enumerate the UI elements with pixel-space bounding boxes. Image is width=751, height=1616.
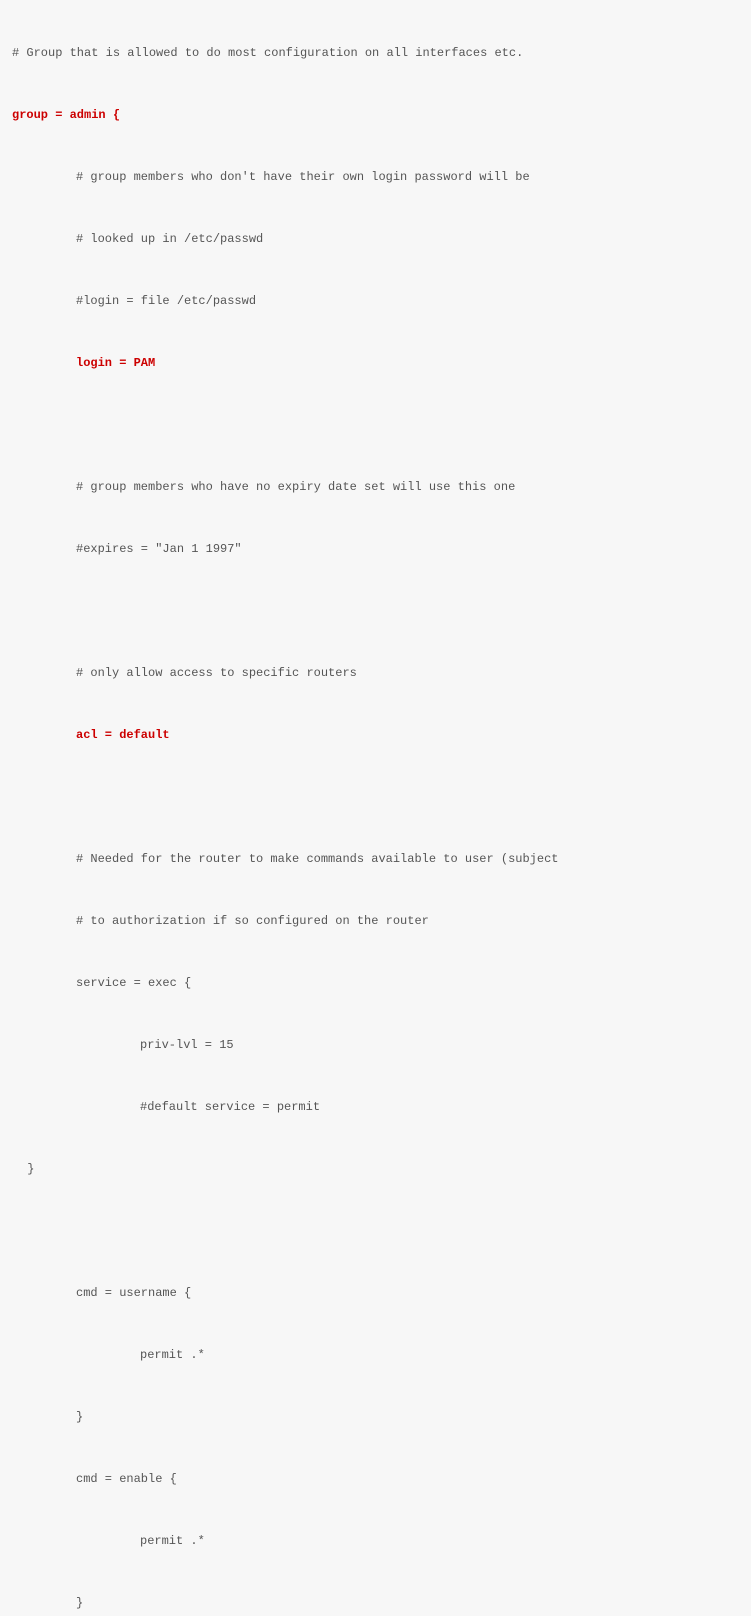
code-line: group = admin { bbox=[12, 106, 739, 124]
code-line: login = PAM bbox=[12, 354, 739, 372]
code-line: } bbox=[12, 1594, 739, 1612]
code-line: #expires = "Jan 1 1997" bbox=[12, 540, 739, 558]
code-line: } bbox=[12, 1408, 739, 1426]
highlight-text: acl = default bbox=[76, 728, 170, 742]
code-line: #default service = permit bbox=[12, 1098, 739, 1116]
code-line: # group members who don't have their own… bbox=[12, 168, 739, 186]
code-line: cmd = enable { bbox=[12, 1470, 739, 1488]
code-line: } bbox=[12, 1160, 739, 1178]
code-line: priv-lvl = 15 bbox=[12, 1036, 739, 1054]
code-line: #login = file /etc/passwd bbox=[12, 292, 739, 310]
code-line-blank bbox=[12, 1222, 739, 1240]
code-line: # Group that is allowed to do most confi… bbox=[12, 44, 739, 62]
code-line: service = exec { bbox=[12, 974, 739, 992]
code-line-blank bbox=[12, 602, 739, 620]
code-line: permit .* bbox=[12, 1532, 739, 1550]
code-line: acl = default bbox=[12, 726, 739, 744]
config-code-block: # Group that is allowed to do most confi… bbox=[0, 0, 751, 1616]
code-line: # to authorization if so configured on t… bbox=[12, 912, 739, 930]
code-line: # Needed for the router to make commands… bbox=[12, 850, 739, 868]
code-line: cmd = username { bbox=[12, 1284, 739, 1302]
code-line: # looked up in /etc/passwd bbox=[12, 230, 739, 248]
code-line-blank bbox=[12, 788, 739, 806]
code-line: # group members who have no expiry date … bbox=[12, 478, 739, 496]
code-line-blank bbox=[12, 416, 739, 434]
highlight-text: login = PAM bbox=[76, 356, 155, 370]
code-line: # only allow access to specific routers bbox=[12, 664, 739, 682]
highlight-text: group = admin { bbox=[12, 108, 120, 122]
code-line: permit .* bbox=[12, 1346, 739, 1364]
